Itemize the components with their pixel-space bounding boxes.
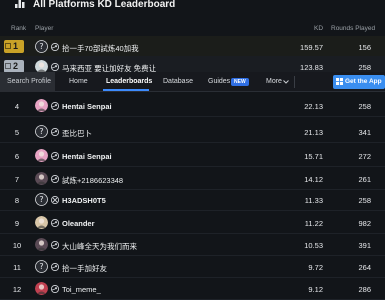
nav-guides[interactable]: Guides [208, 78, 230, 85]
default-avatar-icon: ? [35, 40, 48, 53]
steam-icon [51, 152, 59, 160]
nav-leaderboards[interactable]: Leaderboards [106, 78, 152, 85]
page-title: All Platforms KD Leaderboard [33, 0, 176, 10]
table-header: Rank Player KD Rounds Played [0, 22, 385, 36]
nav-home[interactable]: Home [69, 78, 88, 85]
player-name[interactable]: 歪比巴卜 [62, 128, 92, 139]
rounds-played-value: 264 [358, 263, 371, 272]
steam-icon [51, 241, 59, 249]
svg-text:?: ? [39, 42, 43, 51]
rank-badge: 1 [4, 40, 24, 53]
rounds-played-value: 391 [358, 241, 371, 250]
leaderboard-row[interactable]: 11 ? 拾一手加好友 9.72 264 [0, 256, 385, 278]
chevron-down-icon [283, 80, 289, 84]
leaderboard-row[interactable]: 1 ? 拾一手70部試炼40加我 159.57 156 [0, 36, 385, 58]
svg-text:?: ? [39, 127, 43, 136]
player-avatar[interactable] [35, 172, 48, 185]
kd-value: 9.72 [308, 263, 323, 272]
steam-icon [51, 219, 59, 227]
windows-icon [336, 78, 343, 85]
rounds-played-value: 258 [358, 102, 371, 111]
player-name[interactable]: 試炼+2186623348 [62, 175, 123, 186]
rounds-played-value: 258 [358, 63, 371, 72]
rounds-played-value: 982 [358, 219, 371, 228]
rounds-played-value: 272 [358, 152, 371, 161]
leaderboard-row[interactable]: 5 ? 歪比巴卜 21.13 341 [0, 121, 385, 143]
kd-header[interactable]: KD [314, 25, 323, 32]
leaderboard-row[interactable]: 6 Hentai Senpai 15.71 272 [0, 145, 385, 167]
steam-icon [51, 263, 59, 271]
kd-value: 159.57 [300, 43, 323, 52]
player-header[interactable]: Player [35, 25, 53, 32]
player-name[interactable]: H3ADSH0T5 [62, 196, 106, 205]
rank-number: 10 [12, 241, 22, 250]
rounds-played-value: 156 [358, 43, 371, 52]
xbox-icon [51, 196, 59, 204]
kd-value: 15.71 [304, 152, 323, 161]
kd-value: 11.33 [304, 196, 323, 205]
player-name[interactable]: Oleander [62, 219, 95, 228]
nav-bar: Search Profile Home Leaderboards Databas… [0, 72, 385, 92]
rank-number: 7 [14, 175, 20, 184]
new-badge: NEW [231, 78, 249, 86]
rank-number: 11 [13, 263, 21, 272]
rank-number: 5 [14, 128, 20, 137]
kd-value: 22.13 [304, 102, 323, 111]
active-tab-indicator [103, 89, 149, 91]
player-avatar[interactable] [35, 149, 48, 162]
svg-text:?: ? [39, 195, 43, 204]
rank-number: 12 [12, 285, 22, 294]
kd-value: 11.22 [304, 219, 323, 228]
get-the-app-button[interactable]: Get the App [333, 75, 385, 89]
rounds-played-value: 261 [358, 175, 371, 184]
get-the-app-label: Get the App [345, 78, 382, 85]
leaderboard-row[interactable]: 9 Oleander 11.22 982 [0, 212, 385, 234]
steam-icon [51, 63, 59, 71]
kd-value: 21.13 [304, 128, 323, 137]
rank-header[interactable]: Rank [11, 25, 26, 32]
steam-icon [51, 128, 59, 136]
player-name[interactable]: 拾一手加好友 [62, 263, 107, 274]
player-avatar[interactable] [35, 99, 48, 112]
rank-number: 6 [14, 152, 20, 161]
leaderboard-row[interactable]: 10 大山峰全天为我们而来 10.53 391 [0, 234, 385, 256]
steam-icon [51, 102, 59, 110]
rank-number: 9 [14, 219, 20, 228]
leaderboard-icon [15, 0, 25, 8]
nav-database[interactable]: Database [163, 78, 193, 85]
rounds-played-value: 258 [358, 196, 371, 205]
player-name[interactable]: 大山峰全天为我们而来 [62, 241, 137, 252]
default-avatar-icon: ? [35, 125, 48, 138]
rounds-played-value: 286 [358, 285, 371, 294]
player-name[interactable]: 拾一手70部試炼40加我 [62, 43, 139, 54]
steam-icon [51, 43, 59, 51]
leaderboard-row[interactable]: 12 Toi_meme_ 9.12 286 [0, 278, 385, 300]
leaderboard-row[interactable]: 8 ? H3ADSH0T5 11.33 258 [0, 189, 385, 211]
svg-text:?: ? [39, 262, 43, 271]
default-avatar-icon: ? [35, 193, 48, 206]
kd-value: 14.12 [304, 175, 323, 184]
kd-value: 123.83 [300, 63, 323, 72]
player-avatar[interactable] [35, 282, 48, 295]
leaderboard-row[interactable]: 4 Hentai Senpai 22.13 258 [0, 95, 385, 117]
rounds-played-header[interactable]: Rounds Played [331, 25, 375, 32]
steam-icon [51, 175, 59, 183]
search-profile-button[interactable]: Search Profile [0, 72, 55, 92]
kd-value: 10.53 [304, 241, 323, 250]
rank-number: 8 [14, 196, 20, 205]
player-name[interactable]: Hentai Senpai [62, 152, 112, 161]
steam-icon [51, 285, 59, 293]
rounds-played-value: 341 [358, 128, 371, 137]
rank-number: 4 [14, 102, 20, 111]
kd-value: 9.12 [308, 285, 323, 294]
leaderboard-row[interactable]: 7 試炼+2186623348 14.12 261 [0, 168, 385, 190]
player-avatar[interactable] [35, 238, 48, 251]
nav-more[interactable]: More [266, 78, 282, 85]
player-name[interactable]: Toi_meme_ [62, 285, 101, 294]
player-name[interactable]: Hentai Senpai [62, 102, 112, 111]
player-avatar[interactable] [35, 216, 48, 229]
nav-divider [294, 76, 295, 88]
default-avatar-icon: ? [35, 260, 48, 273]
